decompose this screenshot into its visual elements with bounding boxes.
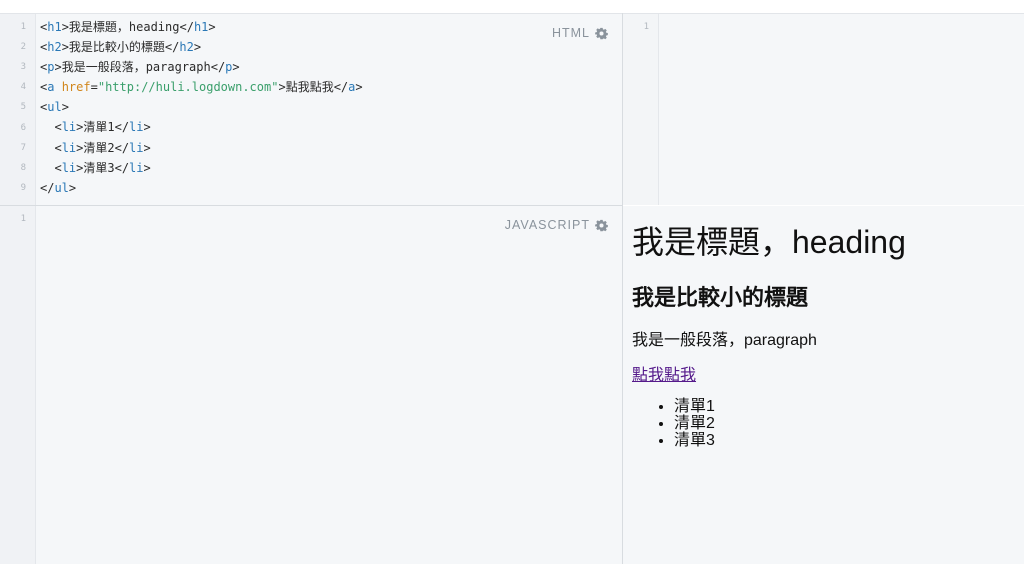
code-token: h2 <box>179 40 194 55</box>
js-pane-label[interactable]: JAVASCRIPT <box>505 218 608 232</box>
html-editor-pane[interactable]: 123456789 <h1>我是標題，heading</h1> <h2>我是比較小… <box>0 14 622 205</box>
list-item: 清單1 <box>674 398 715 415</box>
output-paragraph: 我是一般段落，paragraph <box>632 332 817 349</box>
code-token: ul <box>47 100 62 115</box>
code-token: h1 <box>193 20 209 34</box>
code-line: <li>清單2</li> <box>40 138 363 158</box>
code-token: >點我點我</ <box>278 80 349 95</box>
line-number: 9 <box>20 182 26 193</box>
gear-icon[interactable] <box>595 219 608 232</box>
code-token: li <box>129 140 144 155</box>
code-line: <h1>我是標題，heading</h1> <box>40 17 363 37</box>
code-token: > <box>355 80 363 95</box>
line-number: 3 <box>20 62 26 73</box>
html-gutter: 1 2 3 4 5 6 7 8 9 <box>0 14 36 205</box>
line-number: 1 <box>643 22 649 32</box>
code-line: <h2>我是比較小的標題</h2> <box>40 37 363 57</box>
line-number: 6 <box>20 122 26 133</box>
output-link[interactable]: 點我點我 <box>632 365 696 387</box>
code-token: > <box>208 20 216 34</box>
line-number: 7 <box>20 142 26 153</box>
list-item: 清單2 <box>674 415 715 432</box>
line-number: 4 <box>20 82 26 93</box>
output-list: 清單1 清單2 清單3 <box>632 398 715 449</box>
code-token: li <box>61 120 77 135</box>
code-token: li <box>61 160 77 175</box>
code-token: >我是標題，heading</ <box>61 20 194 34</box>
code-token: </ <box>40 180 55 195</box>
code-token: "http://huli.logdown.com" <box>97 80 279 95</box>
code-line: <a href="http://huli.logdown.com">點我點我</… <box>40 77 363 97</box>
js-gutter: 1 <box>0 206 36 564</box>
code-line: <ul> <box>40 97 363 117</box>
code-token: >我是比較小的標題</ <box>61 40 180 55</box>
code-line: <li>清單3</li> <box>40 158 363 178</box>
code-token: >清單1</ <box>76 120 130 135</box>
css-gutter: 1 <box>623 14 659 205</box>
code-token: h1 <box>47 20 62 34</box>
line-number: 1 <box>20 214 26 224</box>
output-heading-2: 我是比較小的標題 <box>632 285 809 310</box>
js-label-text: JAVASCRIPT <box>504 218 590 232</box>
code-token: > <box>232 60 240 75</box>
code-token: li <box>129 160 144 175</box>
code-token: ul <box>54 180 69 195</box>
code-token: href <box>61 80 91 95</box>
code-line: </ul> <box>40 178 363 198</box>
line-number: 1 <box>20 22 26 32</box>
code-token: >我是一般段落，paragraph</ <box>54 60 226 75</box>
line-number: 5 <box>20 102 26 113</box>
code-line: <li>清單1</li> <box>40 117 363 137</box>
code-token: > <box>143 160 151 175</box>
code-token: >清單2</ <box>76 140 130 155</box>
output-preview: 我是標題，heading 我是比較小的標題 我是一般段落，paragraph 點… <box>623 206 1024 564</box>
html-label-text: HTML <box>551 26 590 40</box>
code-token: > <box>143 120 151 135</box>
code-token: < <box>40 160 62 175</box>
code-token: = <box>90 80 98 95</box>
code-token: >清單3</ <box>76 160 130 175</box>
code-token: > <box>61 100 69 115</box>
code-line: <p>我是一般段落，paragraph</p> <box>40 57 363 77</box>
code-token: < <box>40 120 62 135</box>
gear-icon[interactable] <box>595 27 608 40</box>
code-token: h2 <box>47 40 62 55</box>
line-number: 2 <box>20 42 26 53</box>
html-pane-label[interactable]: HTML <box>552 26 608 40</box>
list-item: 清單3 <box>674 432 715 449</box>
code-token: < <box>40 140 62 155</box>
output-heading-1: 我是標題，heading <box>632 224 906 260</box>
js-editor-pane[interactable]: 1 JAVASCRIPT <box>0 206 622 564</box>
css-editor-pane[interactable]: 1 <box>623 14 1024 205</box>
code-token: li <box>129 120 144 135</box>
code-token: > <box>68 180 77 195</box>
html-code[interactable]: <h1>我是標題，heading</h1> <h2>我是比較小的標題</h2> <p… <box>40 17 363 198</box>
line-number: 8 <box>20 162 26 173</box>
code-token: > <box>193 40 202 55</box>
code-token: > <box>143 140 151 155</box>
top-bar <box>0 0 1024 14</box>
code-token: li <box>61 140 77 155</box>
horizontal-divider[interactable] <box>0 205 622 206</box>
